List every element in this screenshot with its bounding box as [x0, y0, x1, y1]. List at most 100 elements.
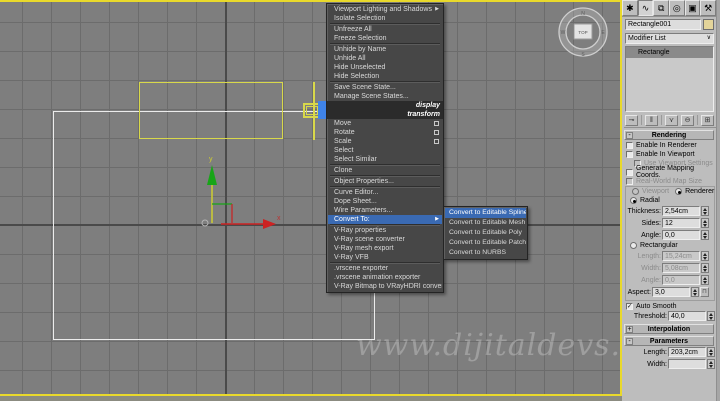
submenu-item[interactable]: Convert to Editable Mesh: [445, 218, 526, 228]
spinner[interactable]: [707, 347, 715, 357]
tab-utilities[interactable]: ⚒: [700, 0, 716, 16]
parameter-value-field[interactable]: 2,54cm: [662, 206, 700, 216]
spinner[interactable]: [707, 359, 715, 369]
spinner-down-icon[interactable]: [708, 364, 714, 368]
pin-stack-button[interactable]: ⊸: [625, 115, 638, 126]
stack-item-rectangle[interactable]: Rectangle: [626, 47, 713, 58]
menu-item[interactable]: V-Ray properties: [328, 226, 442, 235]
remove-modifier-button[interactable]: ⊖: [681, 115, 694, 126]
parameter-value-field[interactable]: 40,0: [668, 311, 706, 321]
spinner-down-icon[interactable]: [708, 352, 714, 356]
menu-item[interactable]: Manage Scene States...: [328, 92, 442, 101]
menu-item[interactable]: Freeze Selection: [328, 34, 442, 43]
menu-item[interactable]: Isolate Selection: [328, 14, 442, 23]
parameter-value-field[interactable]: 203,2cm: [668, 347, 706, 357]
menu-item[interactable]: Clone: [328, 166, 442, 175]
submenu-item[interactable]: Convert to Editable Poly: [445, 228, 526, 238]
menu-item[interactable]: Object Properties...: [328, 177, 442, 186]
modifier-list-dropdown[interactable]: Modifier List ∨: [625, 33, 714, 44]
tab-hierarchy[interactable]: ⧉: [653, 0, 669, 16]
checkbox[interactable]: [626, 142, 633, 149]
parameter-value-field[interactable]: 0,0: [662, 230, 700, 240]
shape-rectangle-selected[interactable]: [139, 82, 283, 139]
settings-box-icon[interactable]: [434, 130, 439, 135]
menu-item[interactable]: Unhide All: [328, 54, 442, 63]
checkbox[interactable]: [626, 151, 633, 158]
gizmo-x-arrowhead[interactable]: [263, 219, 276, 229]
transform-gizmo[interactable]: y x: [185, 152, 283, 236]
make-unique-button[interactable]: ⋎: [665, 115, 678, 126]
expand-icon[interactable]: +: [626, 326, 633, 333]
settings-box-icon[interactable]: [434, 139, 439, 144]
menu-item[interactable]: Unfreeze All: [328, 25, 442, 34]
rollout-rendering[interactable]: - Rendering: [624, 130, 714, 140]
tab-motion[interactable]: ◎: [669, 0, 685, 16]
spinner[interactable]: [707, 311, 715, 321]
parameter-value-field[interactable]: 12: [662, 218, 700, 228]
menu-item[interactable]: Viewport Lighting and Shadows▶: [328, 5, 442, 14]
quad-section-title: transform: [407, 111, 440, 118]
spinner[interactable]: [701, 206, 709, 216]
radio-row: Viewport: [628, 187, 669, 196]
panel-scrollbar[interactable]: [716, 0, 720, 401]
spinner[interactable]: [691, 287, 699, 297]
menu-item[interactable]: Scale: [328, 137, 442, 146]
menu-item[interactable]: .vrscene exporter: [328, 264, 442, 273]
parameters-rollout-body: Length:203,2cmWidth:: [622, 346, 720, 370]
menu-item[interactable]: Wire Parameters...: [328, 206, 442, 215]
tab-create[interactable]: ✱: [622, 0, 638, 16]
submenu-item[interactable]: Convert to NURBS: [445, 248, 526, 258]
rollout-interpolation[interactable]: + Interpolation: [624, 324, 714, 334]
view-navigation-ring[interactable]: N E S W TOP: [555, 3, 613, 61]
menu-item[interactable]: V-Ray VFB: [328, 253, 442, 262]
parameter-label: Width:: [641, 265, 661, 272]
menu-item[interactable]: Select: [328, 146, 442, 155]
menu-item[interactable]: Move: [328, 119, 442, 128]
menu-item[interactable]: Save Scene State...: [328, 83, 442, 92]
parameter-row: Threshold:40,0: [622, 310, 720, 322]
spinner-down-icon[interactable]: [702, 211, 708, 215]
menu-item[interactable]: V-Ray Bitmap to VRayHDRI converter: [328, 282, 442, 291]
radio-button[interactable]: [675, 188, 682, 195]
object-color-swatch[interactable]: [703, 19, 714, 30]
spinner-down-icon[interactable]: [702, 235, 708, 239]
menu-item[interactable]: V-Ray scene converter: [328, 235, 442, 244]
spinner-down-icon[interactable]: [708, 316, 714, 320]
menu-item[interactable]: Unhide by Name: [328, 45, 442, 54]
collapse-icon[interactable]: -: [626, 338, 633, 345]
menu-item[interactable]: Dope Sheet...: [328, 197, 442, 206]
parameter-value-field[interactable]: [668, 359, 706, 369]
object-name-field[interactable]: Rectangle001: [625, 19, 701, 30]
pin-stack-icon: ⊸: [629, 117, 635, 124]
checkbox[interactable]: [626, 169, 633, 176]
spinner-down-icon[interactable]: [702, 223, 708, 227]
parameter-label: Angle:: [641, 232, 661, 239]
spinner[interactable]: [701, 218, 709, 228]
menu-item[interactable]: Convert To:▶: [328, 215, 442, 224]
settings-box-icon[interactable]: [434, 121, 439, 126]
collapse-icon[interactable]: -: [626, 132, 633, 139]
configure-modifier-sets-button[interactable]: ⊞: [701, 115, 714, 126]
radio-button[interactable]: [630, 197, 637, 204]
menu-item[interactable]: Select Similar: [328, 155, 442, 164]
submenu-item[interactable]: Convert to Editable Spline: [445, 208, 526, 218]
menu-item[interactable]: V-Ray mesh export: [328, 244, 442, 253]
menu-item[interactable]: Curve Editor...: [328, 188, 442, 197]
menu-item[interactable]: .vrscene animation exporter: [328, 273, 442, 282]
lock-aspect-button[interactable]: ⊓: [700, 287, 709, 297]
checkbox[interactable]: ✓: [626, 303, 633, 310]
radio-button[interactable]: [630, 242, 637, 249]
viewport-top[interactable]: y x N E S W TOP www.dijitaldevs.c: [0, 0, 622, 396]
show-end-result-button[interactable]: ‖: [645, 115, 658, 126]
submenu-item[interactable]: Convert to Editable Patch: [445, 238, 526, 248]
gizmo-y-arrowhead[interactable]: [207, 165, 217, 185]
tab-modify[interactable]: ∿: [638, 0, 654, 16]
spinner-down-icon[interactable]: [692, 292, 698, 296]
spinner[interactable]: [701, 230, 709, 240]
menu-item[interactable]: Hide Unselected: [328, 63, 442, 72]
rollout-parameters[interactable]: - Parameters: [624, 336, 714, 346]
menu-item[interactable]: Hide Selection: [328, 72, 442, 81]
parameter-value-field[interactable]: 3,0: [652, 287, 690, 297]
tab-display[interactable]: ▣: [685, 0, 701, 16]
menu-item[interactable]: Rotate: [328, 128, 442, 137]
